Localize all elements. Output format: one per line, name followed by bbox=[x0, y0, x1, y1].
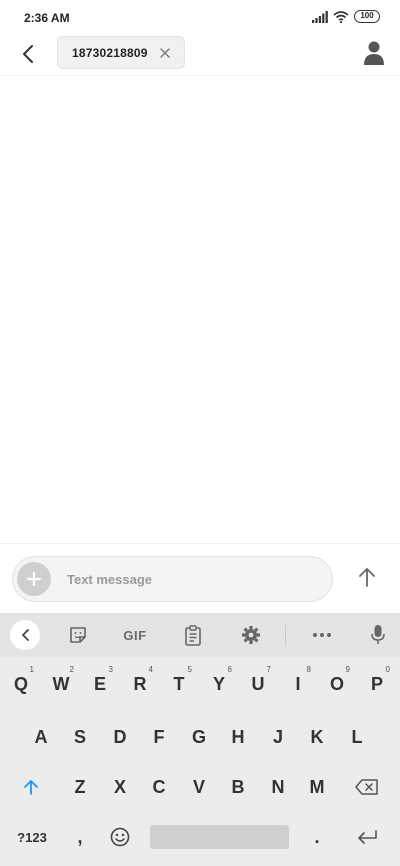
settings-button[interactable] bbox=[239, 621, 263, 649]
status-bar: 2:36 AM 100 bbox=[0, 0, 400, 34]
status-time: 2:36 AM bbox=[24, 11, 70, 25]
period-key[interactable]: . bbox=[298, 818, 336, 856]
backspace-icon bbox=[355, 779, 378, 795]
back-button[interactable] bbox=[14, 40, 42, 68]
toolbar-divider bbox=[285, 625, 286, 645]
key-s[interactable]: S bbox=[61, 718, 99, 756]
messaging-screen: 2:36 AM 100 18730218809 Text message GIF… bbox=[0, 0, 400, 866]
conversation-header: 18730218809 bbox=[0, 34, 400, 76]
key-n[interactable]: N bbox=[259, 768, 297, 806]
space-key[interactable] bbox=[150, 825, 289, 849]
key-t[interactable]: 5T bbox=[160, 665, 198, 703]
key-i[interactable]: 8I bbox=[279, 665, 317, 703]
message-placeholder: Text message bbox=[67, 572, 153, 587]
key-e[interactable]: 3E bbox=[81, 665, 119, 703]
toolbar-back-button[interactable] bbox=[10, 620, 40, 650]
gear-icon bbox=[242, 626, 260, 644]
key-c[interactable]: C bbox=[140, 768, 178, 806]
more-button[interactable] bbox=[309, 621, 335, 649]
shift-key[interactable] bbox=[12, 768, 50, 806]
wifi-icon bbox=[333, 10, 349, 23]
key-w[interactable]: 2W bbox=[42, 665, 80, 703]
clipboard-button[interactable] bbox=[181, 621, 205, 649]
more-dots-icon bbox=[313, 633, 331, 637]
key-g[interactable]: G bbox=[180, 718, 218, 756]
enter-icon bbox=[358, 830, 377, 844]
key-z[interactable]: Z bbox=[61, 768, 99, 806]
key-a[interactable]: A bbox=[22, 718, 60, 756]
key-u[interactable]: 7U bbox=[239, 665, 277, 703]
key-d[interactable]: D bbox=[101, 718, 139, 756]
battery-level: 100 bbox=[360, 11, 374, 20]
key-q[interactable]: 1Q bbox=[2, 665, 40, 703]
plus-icon bbox=[26, 571, 42, 587]
arrow-up-icon[interactable] bbox=[356, 566, 378, 588]
key-x[interactable]: X bbox=[101, 768, 139, 806]
enter-key[interactable] bbox=[348, 818, 386, 856]
key-r[interactable]: 4R bbox=[121, 665, 159, 703]
message-list bbox=[0, 77, 400, 543]
key-o[interactable]: 9O bbox=[318, 665, 356, 703]
clipboard-icon bbox=[185, 624, 201, 646]
comma-key[interactable]: , bbox=[61, 818, 99, 856]
key-b[interactable]: B bbox=[219, 768, 257, 806]
sticker-button[interactable] bbox=[66, 621, 90, 649]
keyboard: GIF 1 Q 2 W 3 E 4 R 5 T 6 Y 7 U 8 I 9 O … bbox=[0, 613, 400, 866]
key-h[interactable]: H bbox=[219, 718, 257, 756]
backspace-key[interactable] bbox=[348, 768, 386, 806]
key-p[interactable]: 0P bbox=[358, 665, 396, 703]
gif-button[interactable]: GIF bbox=[118, 621, 152, 649]
key-k[interactable]: K bbox=[298, 718, 336, 756]
key-l[interactable]: L bbox=[338, 718, 376, 756]
recipient-chip[interactable]: 18730218809 bbox=[57, 36, 185, 69]
key-y[interactable]: 6Y bbox=[200, 665, 238, 703]
chevron-left-icon bbox=[22, 629, 29, 641]
key-f[interactable]: F bbox=[140, 718, 178, 756]
symbols-key[interactable]: ?123 bbox=[10, 818, 54, 856]
key-j[interactable]: J bbox=[259, 718, 297, 756]
emoji-key[interactable] bbox=[101, 818, 139, 856]
keyboard-toolbar: GIF bbox=[0, 613, 400, 657]
close-icon[interactable] bbox=[158, 46, 172, 60]
key-m[interactable]: M bbox=[298, 768, 336, 806]
compose-bar: Text message bbox=[0, 543, 400, 613]
recipient-number: 18730218809 bbox=[72, 45, 148, 60]
attach-button[interactable] bbox=[17, 562, 51, 596]
voice-input-button[interactable] bbox=[366, 621, 390, 649]
chevron-left-icon bbox=[23, 45, 33, 63]
gif-label: GIF bbox=[123, 627, 147, 643]
status-icons: 100 bbox=[312, 10, 380, 23]
signal-icon bbox=[312, 10, 328, 23]
key-v[interactable]: V bbox=[180, 768, 218, 806]
emoji-icon bbox=[110, 827, 130, 847]
shift-arrow-icon bbox=[24, 780, 38, 795]
person-icon[interactable] bbox=[362, 40, 386, 66]
message-input[interactable]: Text message bbox=[12, 556, 333, 602]
battery-icon: 100 bbox=[354, 10, 380, 23]
sticker-icon bbox=[70, 627, 86, 643]
mic-icon bbox=[371, 625, 385, 644]
